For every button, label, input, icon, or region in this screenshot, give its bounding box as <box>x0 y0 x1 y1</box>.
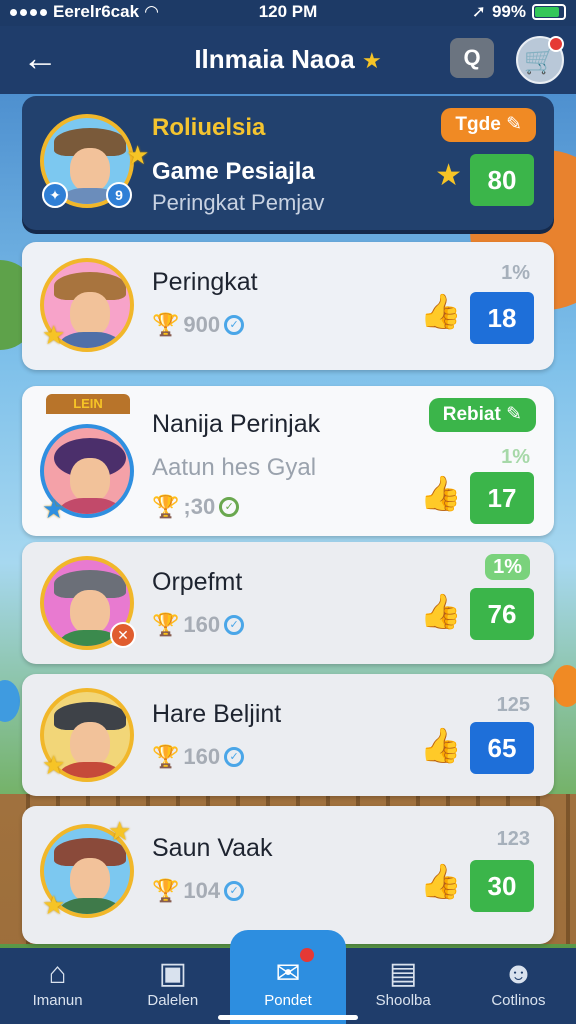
nav-item-clipboard[interactable]: ▣ Dalelen <box>115 948 230 1024</box>
tag-pill-label: Tgde <box>455 114 501 135</box>
nav-item-profile[interactable]: ☻ Cotlinos <box>461 948 576 1024</box>
score-box: 30 <box>470 860 534 912</box>
star-icon: ★ <box>42 750 66 780</box>
trophy-icon: 🏆 <box>152 878 180 903</box>
list-item[interactable]: LEIN ★ Nanija Perinjak Aatun hes Gyal 🏆 … <box>22 386 554 536</box>
clipboard-icon: ▣ <box>158 957 187 990</box>
profile-icon: ☻ <box>502 957 535 990</box>
thumbs-up-icon: 👍 <box>419 863 462 901</box>
player-name: Nanija Perinjak <box>152 410 321 438</box>
player-stat: 🏆 900 ✓ <box>152 312 245 338</box>
nav-label: Cotlinos <box>491 992 546 1009</box>
rank-percent: 1% <box>501 262 530 284</box>
stat-value: 160 <box>183 612 221 637</box>
home-indicator <box>218 1015 358 1020</box>
stat-value: 160 <box>183 744 221 769</box>
search-button[interactable]: Q <box>450 38 494 78</box>
list-item[interactable]: ★ Peringkat 🏆 900 ✓ 1% 👍 18 <box>22 242 554 370</box>
page-title-text: Ilnmaia Naoa <box>194 44 355 74</box>
player-stat: 🏆 104 ✓ <box>152 878 245 904</box>
battery-percent: 99% <box>491 2 526 21</box>
coin-icon: ✓ <box>219 497 240 517</box>
player-name: Saun Vaak <box>152 834 273 862</box>
player-stat: 🏆 160 ✓ <box>152 612 245 638</box>
player-stat: 🏆 ;30 ✓ <box>152 494 240 520</box>
featured-player-card[interactable]: ★ ✦ 9 Roliuelsia Game Pesiajla Peringkat… <box>22 96 554 230</box>
nav-item-chat[interactable]: ✉ Pondet <box>230 930 346 1024</box>
search-icon: Q <box>463 45 481 70</box>
shield-icon: ✦ <box>42 182 68 208</box>
trophy-icon: 🏆 <box>152 494 180 519</box>
trophy-icon: 🏆 <box>152 612 180 637</box>
level-badge: 9 <box>106 182 132 208</box>
player-name: Orpefmt <box>152 568 243 596</box>
nav-item-home[interactable]: ⌂ Imanun <box>0 948 115 1024</box>
battery-icon <box>532 4 566 20</box>
thumbs-up-icon: 👍 <box>419 475 462 513</box>
notification-dot <box>299 948 314 962</box>
trophy-icon: 🏆 <box>152 744 180 769</box>
nav-label: Dalelen <box>147 992 199 1009</box>
cart-button[interactable]: 🛒 <box>516 36 564 84</box>
rank-banner: LEIN <box>46 394 130 414</box>
thumbs-up-icon: 👍 <box>419 293 462 331</box>
coin-icon: ✓ <box>224 615 245 635</box>
rank-percent: 125 <box>496 694 530 716</box>
nav-label: Imanun <box>32 992 83 1009</box>
player-subtitle: Game Pesiajla <box>152 158 315 185</box>
coin-icon: ✓ <box>224 747 245 767</box>
pill-label: Rebiat <box>442 404 501 425</box>
star-icon: ★ <box>361 48 382 73</box>
star-icon: ★ <box>42 494 66 524</box>
bottom-nav: ⌂ Imanun ▣ Dalelen ✉ Pondet ▤ Shoolba ☻ … <box>0 930 576 1024</box>
list-item[interactable]: ★ ★ Saun Vaak 🏆 104 ✓ 123 👍 30 <box>22 806 554 944</box>
star-icon: ★ <box>42 890 66 920</box>
rank-percent: 1% <box>501 446 530 468</box>
shop-icon: ▤ <box>389 957 418 990</box>
nav-item-shop[interactable]: ▤ Shoolba <box>346 948 461 1024</box>
stat-value: 104 <box>183 878 221 903</box>
home-icon: ⌂ <box>48 957 67 990</box>
player-stat: 🏆 160 ✓ <box>152 744 245 770</box>
balloon <box>0 680 20 722</box>
score-box: 80 <box>470 154 534 206</box>
chat-icon: ✉ <box>275 957 301 990</box>
edit-icon: ✎ <box>506 404 522 425</box>
status-bar: Eerelr6cak ◠ 120 PM ➚ 99% <box>0 0 576 26</box>
list-item[interactable]: ★ Hare Beljint 🏆 160 ✓ 125 👍 65 <box>22 674 554 796</box>
star-icon: ★ <box>42 320 66 350</box>
thumbs-up-icon: 👍 <box>419 593 462 631</box>
edit-icon: ✎ <box>506 114 522 135</box>
nav-label: Shoolba <box>375 992 431 1009</box>
rebiat-pill[interactable]: Rebiat ✎ <box>428 398 536 432</box>
stat-value: 900 <box>183 312 221 337</box>
coin-icon: ✓ <box>224 315 245 335</box>
player-name: Roliuelsia <box>152 114 266 141</box>
app-header: ← Ilnmaia Naoa ★ Q 🛒 <box>0 26 576 94</box>
score-box: 76 <box>470 588 534 640</box>
score-box: 65 <box>470 722 534 774</box>
trophy-icon: 🏆 <box>152 312 180 337</box>
star-icon: ★ <box>435 159 462 192</box>
player-subtitle: Aatun hes Gyal <box>152 454 317 481</box>
rank-percent: 123 <box>496 828 530 850</box>
list-item[interactable]: ✕ Orpefmt 🏆 160 ✓ 1% 👍 76 <box>22 542 554 664</box>
balloon <box>552 665 576 707</box>
score-box: 17 <box>470 472 534 524</box>
nav-label: Pondet <box>264 992 312 1009</box>
star-icon: ★ <box>126 140 150 170</box>
tag-pill[interactable]: Tgde ✎ <box>441 108 536 142</box>
location-arrow-icon: ➚ <box>471 2 486 21</box>
score-box: 18 <box>470 292 534 344</box>
coin-icon: ✓ <box>224 881 245 901</box>
player-name: Hare Beljint <box>152 700 282 728</box>
player-name: Peringkat <box>152 268 258 296</box>
thumbs-up-icon: 👍 <box>419 727 462 765</box>
notification-dot <box>548 36 564 52</box>
close-icon: ✕ <box>110 622 136 648</box>
player-caption: Peringkat Pemjav <box>152 190 325 215</box>
stat-value: ;30 <box>183 494 216 519</box>
rank-percent: 1% <box>485 554 530 580</box>
star-icon: ★ <box>108 816 132 846</box>
